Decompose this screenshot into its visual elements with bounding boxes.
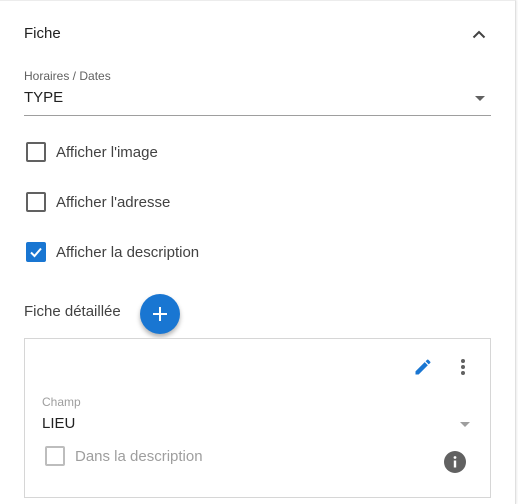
checkbox-label: Afficher l'image [56,143,158,161]
checkbox-dans-la-description[interactable]: Dans la description [45,446,203,466]
panel-title: Fiche [24,25,61,42]
chevron-up-icon[interactable] [466,21,492,47]
checkbox-box[interactable] [26,142,46,162]
dropdown-arrow-icon [460,422,470,427]
checkbox-afficher-image[interactable]: Afficher l'image [26,142,158,162]
detail-field-card: Champ LIEU Dans la description [24,338,491,498]
dropdown-arrow-icon [475,96,485,101]
checkbox-label: Afficher l'adresse [56,193,171,211]
champ-select-label: Champ [42,395,81,409]
checkbox-checked[interactable] [26,242,46,262]
fiche-panel: Fiche Horaires / Dates TYPE Afficher l'i… [0,0,516,504]
type-select[interactable]: Horaires / Dates TYPE [24,69,491,116]
pencil-icon [415,359,431,375]
check-icon [30,247,42,258]
checkbox-box[interactable] [45,446,65,466]
checkbox-box[interactable] [26,192,46,212]
plus-icon [153,307,167,321]
section-title-fiche-detaillee: Fiche détaillée [24,303,121,320]
type-select-value: TYPE [24,89,64,106]
checkbox-afficher-description[interactable]: Afficher la description [26,242,199,262]
champ-select[interactable]: Champ LIEU [42,395,470,435]
more-options-button[interactable] [451,355,475,379]
edit-button[interactable] [411,355,435,379]
checkbox-afficher-adresse[interactable]: Afficher l'adresse [26,192,170,212]
add-button[interactable] [140,294,180,334]
info-icon[interactable] [444,451,466,473]
champ-select-value: LIEU [42,415,76,432]
checkbox-label: Dans la description [75,447,203,465]
checkbox-label: Afficher la description [56,243,200,261]
more-vert-icon [461,359,465,375]
type-select-label: Horaires / Dates [24,69,111,83]
panel-header[interactable]: Fiche [24,23,492,45]
